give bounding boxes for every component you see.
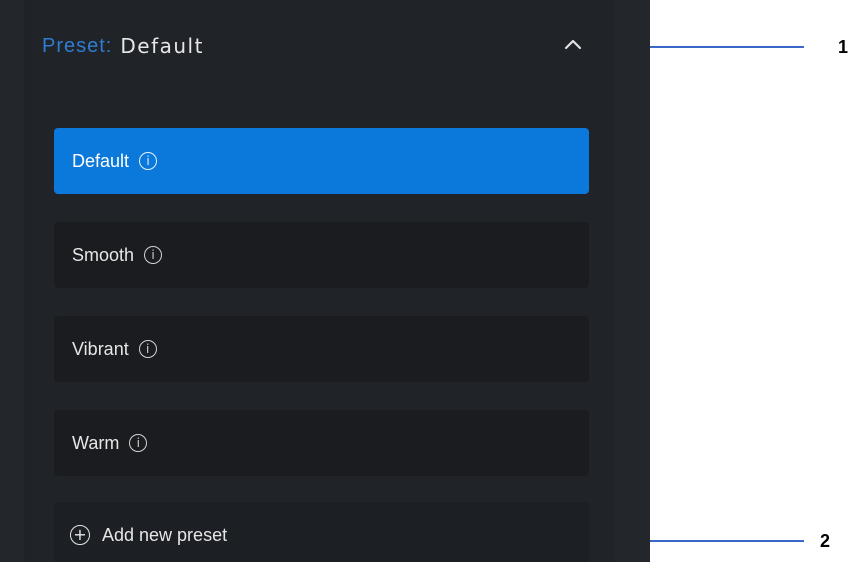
preset-label: Preset: — [42, 34, 113, 57]
info-icon[interactable]: i — [138, 340, 157, 358]
screenshot-stage: Preset: Default Default i Smooth i Vibra… — [0, 0, 856, 562]
info-icon[interactable]: i — [139, 152, 158, 170]
add-new-preset-button[interactable]: + Add new preset — [54, 502, 589, 562]
preset-option-label: Default — [72, 150, 130, 171]
preset-dropdown: Preset: Default Default i Smooth i Vibra… — [30, 0, 614, 562]
preset-dropdown-header[interactable]: Preset: Default — [30, 0, 614, 92]
callout-line-2 — [650, 540, 804, 542]
preset-option-warm[interactable]: Warm i — [54, 410, 589, 476]
preset-current-value: Default — [120, 34, 204, 58]
callout-label-2: 2 — [820, 531, 831, 551]
preset-list: Default i Smooth i Vibrant i Warm i — [54, 128, 589, 504]
preset-option-label: Vibrant — [72, 338, 129, 359]
left-rail — [0, 0, 24, 562]
callout-line-1 — [650, 46, 804, 48]
right-rail — [614, 0, 650, 562]
preset-panel: Preset: Default Default i Smooth i Vibra… — [0, 0, 650, 562]
add-new-preset-label: Add new preset — [102, 524, 228, 545]
info-icon[interactable]: i — [144, 246, 163, 264]
preset-option-vibrant[interactable]: Vibrant i — [54, 316, 589, 382]
preset-option-label: Smooth — [72, 244, 135, 265]
preset-option-smooth[interactable]: Smooth i — [54, 222, 589, 288]
preset-option-label: Warm — [72, 432, 120, 453]
chevron-up-icon[interactable] — [564, 36, 582, 54]
info-icon[interactable]: i — [129, 434, 148, 452]
callout-label-1: 1 — [838, 37, 849, 57]
preset-option-default[interactable]: Default i — [54, 128, 589, 194]
plus-circle-icon: + — [70, 525, 90, 545]
